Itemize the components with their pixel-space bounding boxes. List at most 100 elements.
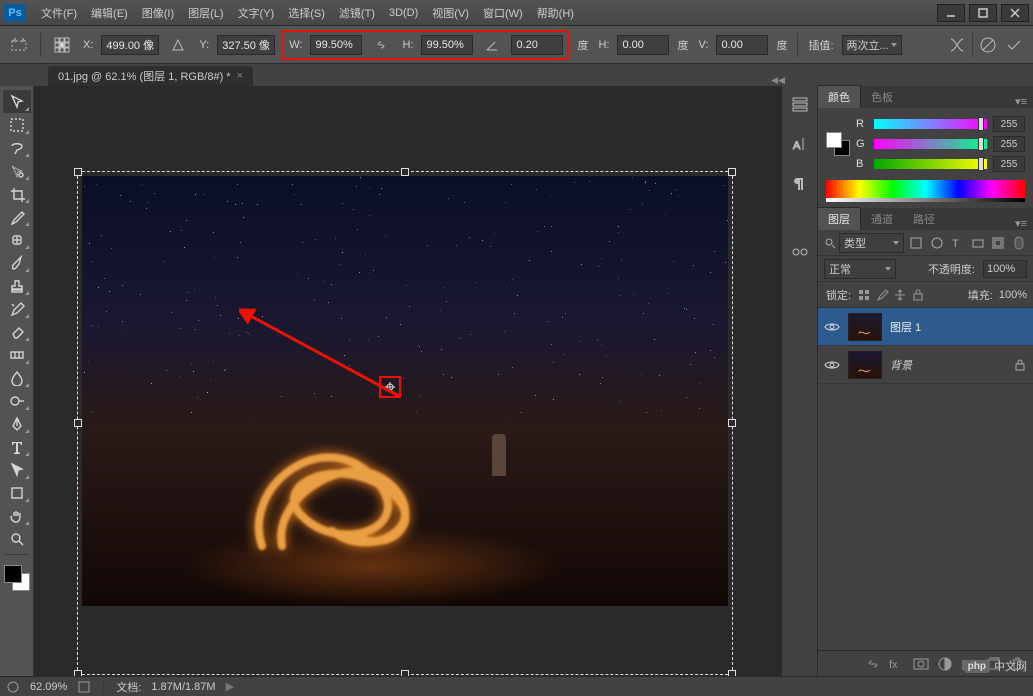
filter-pixel-icon[interactable] [908,234,925,252]
hand-tool[interactable] [3,504,31,527]
delta-icon[interactable] [165,32,191,58]
g-slider[interactable] [874,139,987,149]
brush-tool[interactable] [3,251,31,274]
filter-kind-dropdown[interactable]: 类型 [839,233,904,253]
panel-collapse-icon[interactable]: ◀◀ [771,75,785,86]
move-tool[interactable] [3,90,31,113]
lock-trans-icon[interactable] [857,288,871,302]
paragraph-panel-icon[interactable] [788,172,812,196]
minimize-button[interactable] [937,4,965,22]
opacity-field[interactable]: 100% [983,260,1027,278]
stamp-tool[interactable] [3,274,31,297]
healing-tool[interactable] [3,228,31,251]
menu-help[interactable]: 帮助(H) [530,2,581,24]
menu-file[interactable]: 文件(F) [34,2,84,24]
layer-row[interactable]: 背景 [818,346,1033,384]
handle-mr[interactable] [728,419,736,427]
color-swatch[interactable] [4,565,30,591]
r-value[interactable]: 255 [993,116,1025,132]
lasso-tool[interactable] [3,136,31,159]
adjustments-panel-icon[interactable] [788,240,812,264]
quick-select-tool[interactable] [3,159,31,182]
g-value[interactable]: 255 [993,136,1025,152]
handle-tm[interactable] [401,168,409,176]
menu-type[interactable]: 文字(Y) [231,2,282,24]
marquee-tool[interactable] [3,113,31,136]
menu-3d[interactable]: 3D(D) [382,4,425,22]
fill-field[interactable]: 100% [999,289,1027,301]
interpolation-dropdown[interactable]: 两次立... [842,35,902,55]
hskew-field[interactable]: 0.00 [617,35,669,55]
link-icon[interactable] [368,32,394,58]
filter-type-icon[interactable]: T [949,234,966,252]
maximize-button[interactable] [969,4,997,22]
transform-bbox[interactable] [77,171,733,675]
handle-tl[interactable] [74,168,82,176]
visibility-icon[interactable] [824,357,840,373]
lock-paint-icon[interactable] [875,288,889,302]
type-tool[interactable] [3,435,31,458]
tab-paths[interactable]: 路径 [903,208,945,230]
reference-point-icon[interactable] [49,32,75,58]
commit-transform-icon[interactable] [1001,32,1027,58]
menu-filter[interactable]: 滤镜(T) [332,2,382,24]
handle-tr[interactable] [728,168,736,176]
blend-mode-dropdown[interactable]: 正常 [824,259,896,279]
menu-layer[interactable]: 图层(L) [181,2,230,24]
tab-color[interactable]: 颜色 [818,85,861,108]
b-value[interactable]: 255 [993,156,1025,172]
link-layers-icon[interactable] [865,656,881,672]
document-tab[interactable]: 01.jpg @ 62.1% (图层 1, RGB/8#) * × [48,66,253,86]
filter-adjust-icon[interactable] [929,234,946,252]
b-slider[interactable] [874,159,987,169]
close-button[interactable] [1001,4,1029,22]
history-panel-icon[interactable] [788,92,812,116]
adjustment-icon[interactable] [937,656,953,672]
layer-thumbnail[interactable] [848,313,882,341]
crop-tool[interactable] [3,182,31,205]
lock-all-icon[interactable] [911,288,925,302]
zoom-tool[interactable] [3,527,31,550]
layers-panel-menu-icon[interactable]: ▾≡ [1009,217,1033,230]
layer-name[interactable]: 背景 [890,357,1005,373]
zoom-level[interactable]: 62.09% [30,681,67,693]
gradient-tool[interactable] [3,343,31,366]
character-panel-icon[interactable]: A [788,132,812,156]
shape-tool[interactable] [3,481,31,504]
menu-select[interactable]: 选择(S) [281,2,332,24]
y-field[interactable]: 327.50 像 [217,35,275,55]
handle-ml[interactable] [74,419,82,427]
menu-image[interactable]: 图像(I) [135,2,181,24]
pen-tool[interactable] [3,412,31,435]
blur-tool[interactable] [3,366,31,389]
menu-edit[interactable]: 编辑(E) [84,2,135,24]
lock-pos-icon[interactable] [893,288,907,302]
color-panel-menu-icon[interactable]: ▾≡ [1009,95,1033,108]
filter-toggle[interactable] [1011,234,1028,252]
layer-row[interactable]: 图层 1 [818,308,1033,346]
color-spectrum[interactable] [826,180,1025,198]
x-field[interactable]: 499.00 像 [101,35,159,55]
eyedropper-tool[interactable] [3,205,31,228]
tab-channels[interactable]: 通道 [861,208,903,230]
layer-name[interactable]: 图层 1 [890,319,1027,335]
vskew-field[interactable]: 0.00 [716,35,768,55]
rotation-field[interactable]: 0.20 [511,35,563,55]
menu-view[interactable]: 视图(V) [425,2,476,24]
dodge-tool[interactable] [3,389,31,412]
color-fgbg-icon[interactable] [826,132,850,156]
path-select-tool[interactable] [3,458,31,481]
expose-icon[interactable] [77,680,91,694]
fx-icon[interactable]: fx [889,656,905,672]
filter-smart-icon[interactable] [990,234,1007,252]
document-close-icon[interactable]: × [237,70,243,82]
layer-thumbnail[interactable] [848,351,882,379]
visibility-icon[interactable] [824,319,840,335]
eraser-tool[interactable] [3,320,31,343]
canvas-area[interactable] [34,86,781,676]
tab-layers[interactable]: 图层 [818,207,861,230]
h-field[interactable]: 99.50% [421,35,473,55]
warp-icon[interactable] [944,32,970,58]
w-field[interactable]: 99.50% [310,35,362,55]
r-slider[interactable] [874,119,987,129]
